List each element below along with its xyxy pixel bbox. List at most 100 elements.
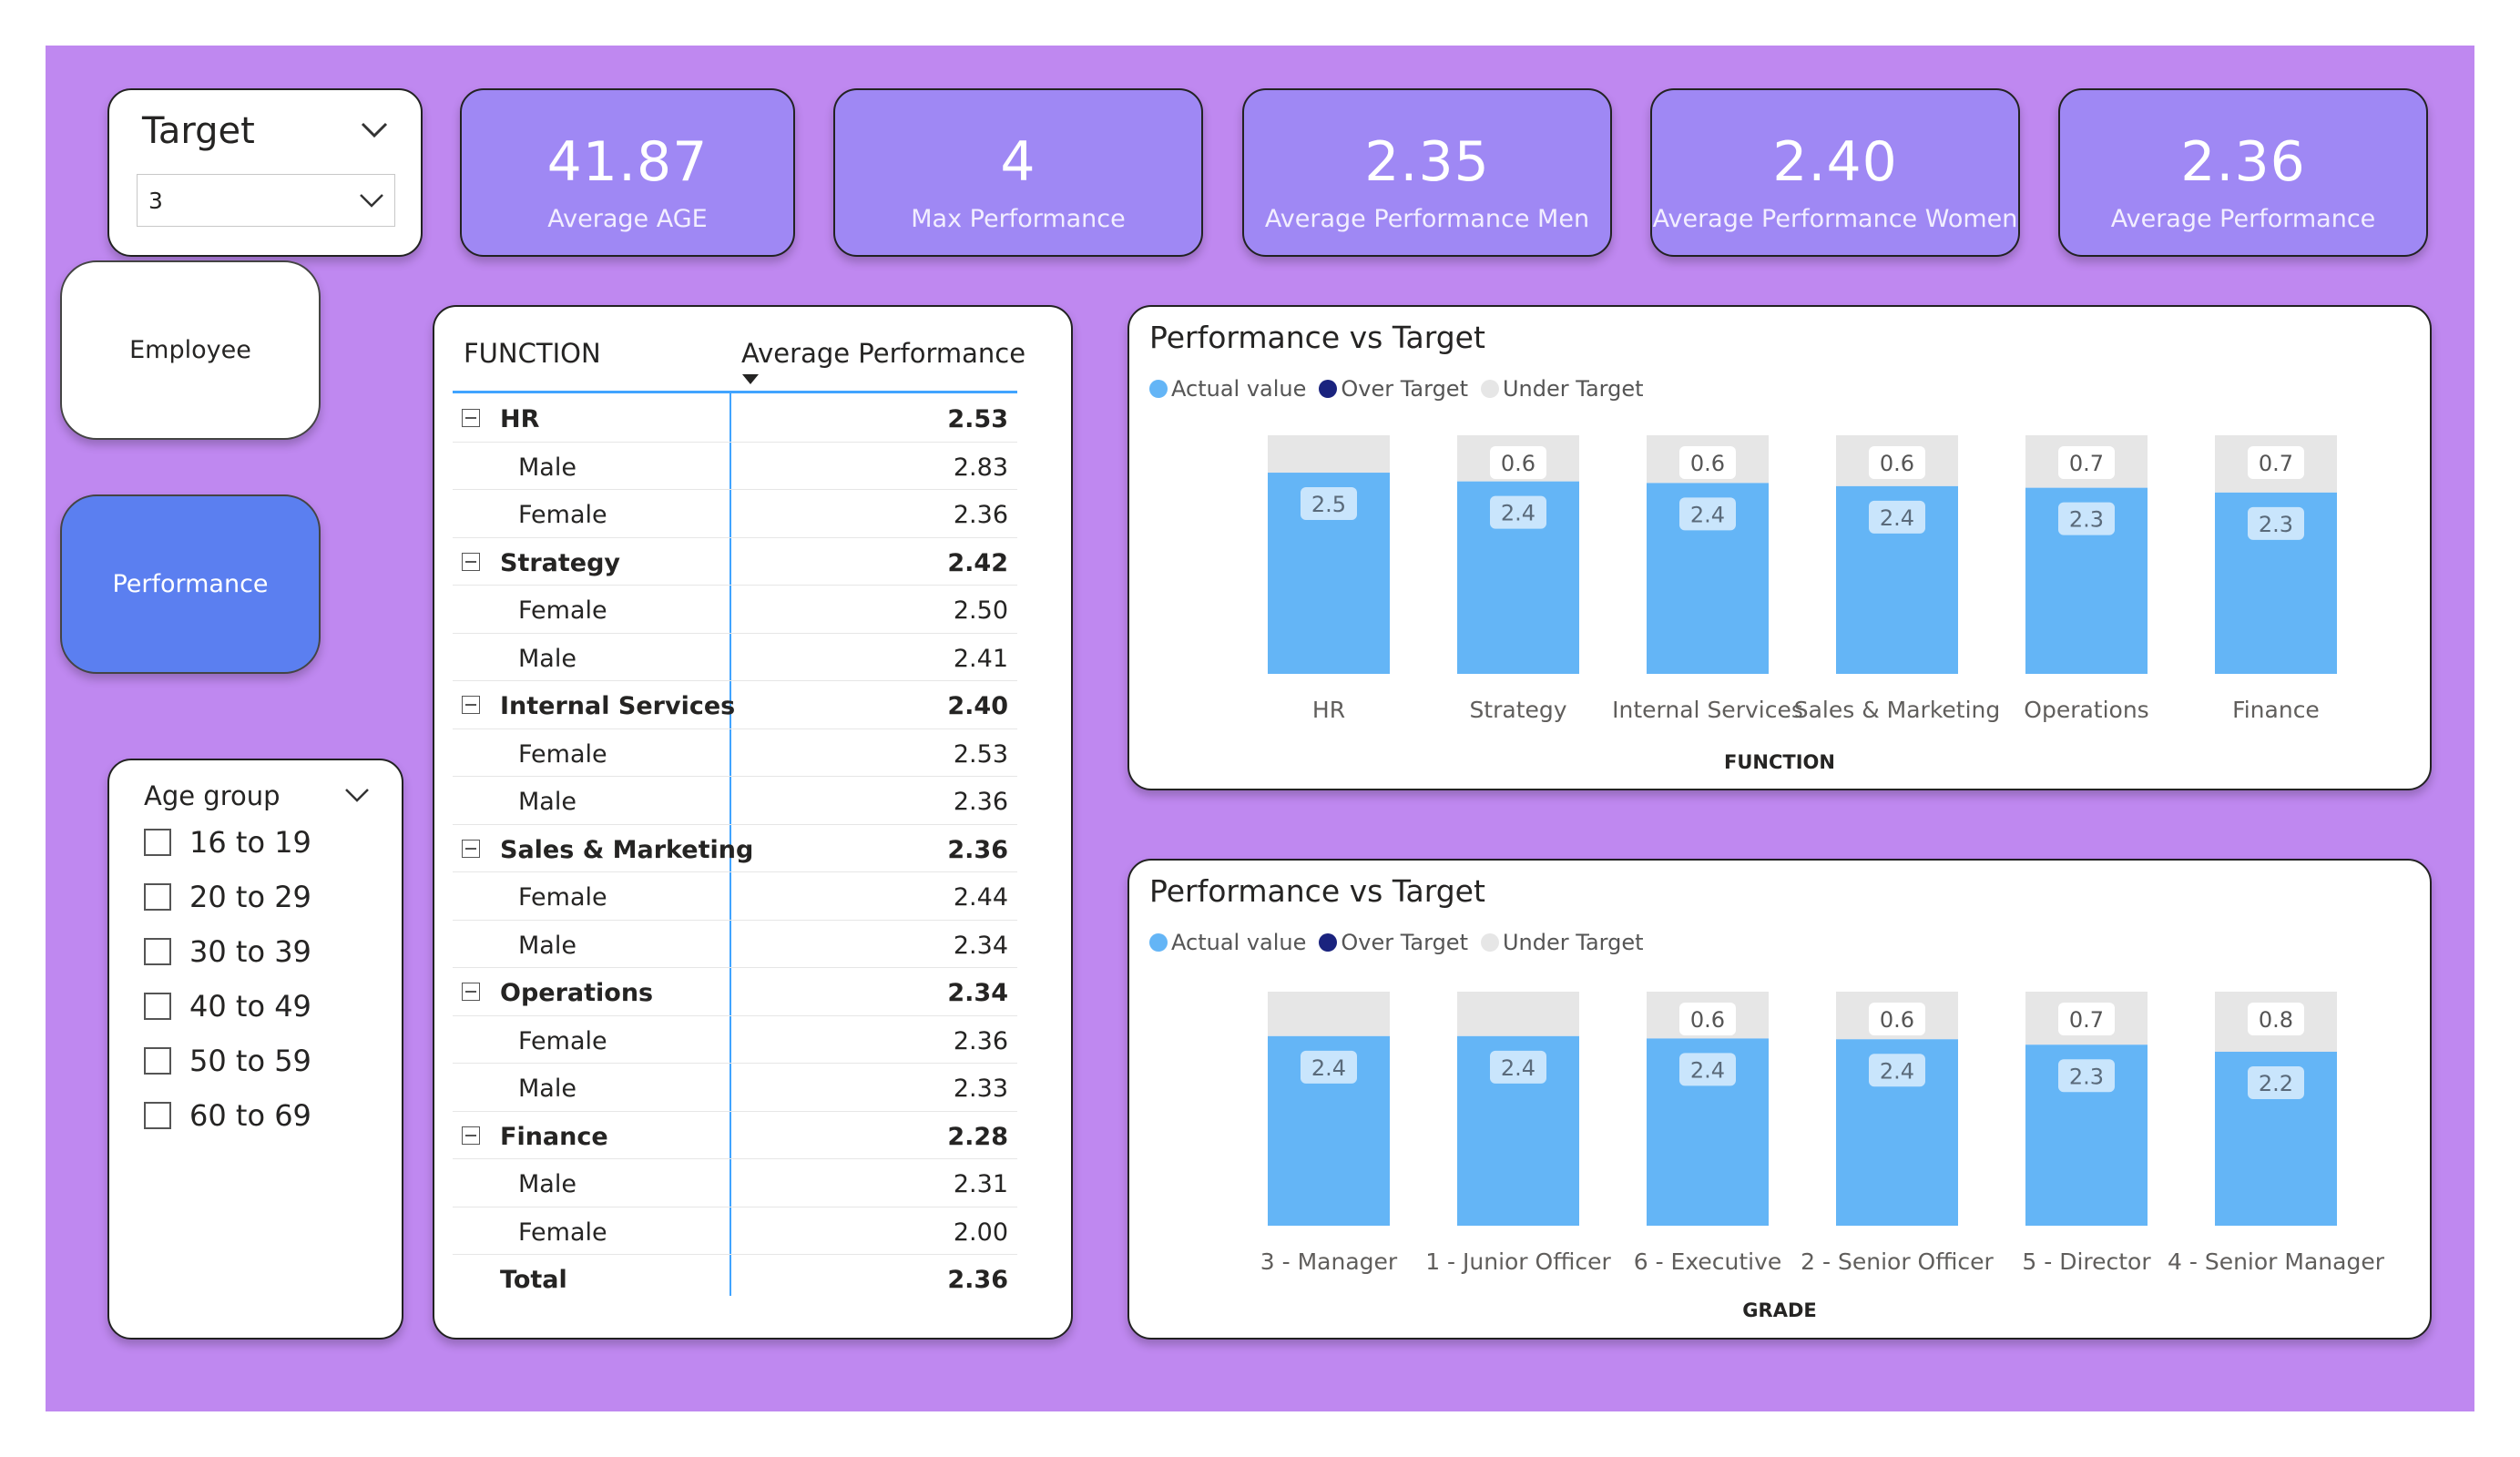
age-group-option[interactable]: 40 to 49 <box>144 988 311 1024</box>
data-label-under-target: 0.7 <box>2069 451 2104 476</box>
matrix-child-row[interactable]: Female 2.53 <box>453 729 1017 777</box>
age-group-option-label: 40 to 49 <box>189 989 311 1024</box>
matrix-group-row[interactable]: Strategy 2.42 <box>453 538 1017 586</box>
row-label: Internal Services <box>500 692 736 720</box>
data-label-actual: 2.2 <box>2259 1071 2293 1096</box>
row-label: Female <box>518 883 607 912</box>
data-label-actual: 2.5 <box>1311 492 1346 517</box>
kpi-label: Average Performance Women <box>1652 205 2018 233</box>
row-label: Male <box>518 453 576 482</box>
bar-under-target[interactable] <box>1268 992 1390 1036</box>
row-value: 2.31 <box>953 1170 1008 1198</box>
row-value: 2.53 <box>953 739 1008 769</box>
collapse-icon[interactable] <box>462 409 480 427</box>
age-group-option[interactable]: 50 to 59 <box>144 1043 311 1079</box>
matrix-group-row[interactable]: Internal Services 2.40 <box>453 681 1017 729</box>
matrix-child-row[interactable]: Male 2.33 <box>453 1064 1017 1112</box>
matrix-group-row[interactable]: Sales & Marketing 2.36 <box>453 825 1017 872</box>
row-value: 2.44 <box>953 883 1008 912</box>
checkbox[interactable] <box>144 938 171 965</box>
collapse-icon[interactable] <box>462 1126 480 1145</box>
chevron-down-icon[interactable] <box>343 780 371 808</box>
sort-descending-icon[interactable] <box>742 374 759 384</box>
target-dropdown[interactable]: 3 <box>137 174 395 227</box>
age-group-option[interactable]: 16 to 19 <box>144 824 311 861</box>
data-label-under-target: 0.7 <box>2069 1007 2104 1033</box>
matrix-group-row[interactable]: HR 2.53 <box>453 394 1017 443</box>
matrix-child-row[interactable]: Male 2.34 <box>453 921 1017 968</box>
matrix-child-row[interactable]: Male 2.31 <box>453 1159 1017 1207</box>
data-label-under-target: 0.6 <box>1690 451 1725 476</box>
age-group-option[interactable]: 20 to 29 <box>144 879 311 915</box>
collapse-icon[interactable] <box>462 839 480 858</box>
x-axis-category-label: Sales & Marketing <box>1794 697 2001 723</box>
data-label-actual: 2.4 <box>1690 1057 1725 1083</box>
chevron-down-icon <box>360 194 383 208</box>
x-axis-category-label: Finance <box>2232 697 2320 723</box>
matrix-child-row[interactable]: Male 2.83 <box>453 443 1017 490</box>
performance-vs-target-by-grade-chart: Performance vs Target Actual value Over … <box>1127 859 2432 1340</box>
column-header-average-performance[interactable]: Average Performance <box>741 338 1025 369</box>
row-value: 2.42 <box>947 548 1008 577</box>
matrix-total-row[interactable]: Total 2.36 <box>453 1255 1017 1303</box>
row-value: 2.36 <box>947 835 1008 864</box>
x-axis-category-label: 2 - Senior Officer <box>1801 1248 1994 1275</box>
age-group-title: Age group <box>144 780 281 811</box>
x-axis-category-label: HR <box>1312 697 1345 723</box>
row-value: 2.53 <box>947 405 1008 433</box>
age-group-option[interactable]: 60 to 69 <box>144 1097 311 1134</box>
row-label: Female <box>518 739 607 769</box>
matrix-group-row[interactable]: Finance 2.28 <box>453 1112 1017 1159</box>
target-selected-value: 3 <box>148 188 163 214</box>
row-label: Female <box>518 596 607 625</box>
row-label: Operations <box>500 979 654 1007</box>
age-group-slicer: Age group 16 to 19 20 to 29 30 to 39 40 … <box>107 759 403 1340</box>
checkbox[interactable] <box>144 829 171 856</box>
checkbox[interactable] <box>144 883 171 911</box>
x-axis-category-label: 1 - Junior Officer <box>1425 1248 1611 1275</box>
kpi-value: 2.35 <box>1364 130 1490 194</box>
kpi-average-performance: 2.36 Average Performance <box>2058 88 2428 257</box>
bar-under-target[interactable] <box>1457 992 1579 1036</box>
data-label-actual: 2.4 <box>1501 1055 1535 1081</box>
checkbox[interactable] <box>144 1102 171 1129</box>
data-label-actual: 2.3 <box>2069 1064 2104 1089</box>
data-label-under-target: 0.6 <box>1880 451 1914 476</box>
row-label: Male <box>518 1170 576 1198</box>
matrix-child-row[interactable]: Male 2.36 <box>453 777 1017 825</box>
x-axis-title: FUNCTION <box>1724 751 1835 773</box>
age-group-option[interactable]: 30 to 39 <box>144 933 311 970</box>
collapse-icon[interactable] <box>462 552 480 571</box>
age-group-option-label: 16 to 19 <box>189 825 311 860</box>
kpi-value: 2.36 <box>2180 130 2306 194</box>
row-value: 2.36 <box>947 1266 1008 1294</box>
matrix-child-row[interactable]: Female 2.36 <box>453 1016 1017 1064</box>
x-axis-title: GRADE <box>1742 1299 1817 1321</box>
collapse-icon[interactable] <box>462 696 480 714</box>
kpi-value: 4 <box>1000 130 1036 194</box>
column-header-function[interactable]: FUNCTION <box>464 338 601 369</box>
matrix-child-row[interactable]: Female 2.36 <box>453 490 1017 538</box>
matrix-group-row[interactable]: Operations 2.34 <box>453 968 1017 1016</box>
data-label-actual: 2.4 <box>1501 501 1535 526</box>
matrix-child-row[interactable]: Female 2.44 <box>453 872 1017 921</box>
row-label: HR <box>500 405 540 433</box>
row-value: 2.36 <box>953 1026 1008 1055</box>
data-label-actual: 2.4 <box>1880 1058 1914 1084</box>
performance-page-button[interactable]: Performance <box>60 494 321 674</box>
matrix-child-row[interactable]: Female 2.00 <box>453 1207 1017 1255</box>
bar-under-target[interactable] <box>1268 435 1390 474</box>
row-label: Sales & Marketing <box>500 835 754 864</box>
checkbox[interactable] <box>144 993 171 1020</box>
kpi-label: Average AGE <box>547 205 708 233</box>
matrix-child-row[interactable]: Female 2.50 <box>453 586 1017 634</box>
employee-page-button[interactable]: Employee <box>60 260 321 440</box>
row-label: Finance <box>500 1122 608 1151</box>
chevron-down-icon[interactable] <box>359 114 390 145</box>
function-performance-matrix: FUNCTION Average Performance HR 2.53 Male 2… <box>433 305 1073 1340</box>
checkbox[interactable] <box>144 1047 171 1075</box>
row-value: 2.34 <box>947 979 1008 1007</box>
collapse-icon[interactable] <box>462 983 480 1001</box>
x-axis-category-label: Strategy <box>1469 697 1566 723</box>
matrix-child-row[interactable]: Male 2.41 <box>453 634 1017 681</box>
